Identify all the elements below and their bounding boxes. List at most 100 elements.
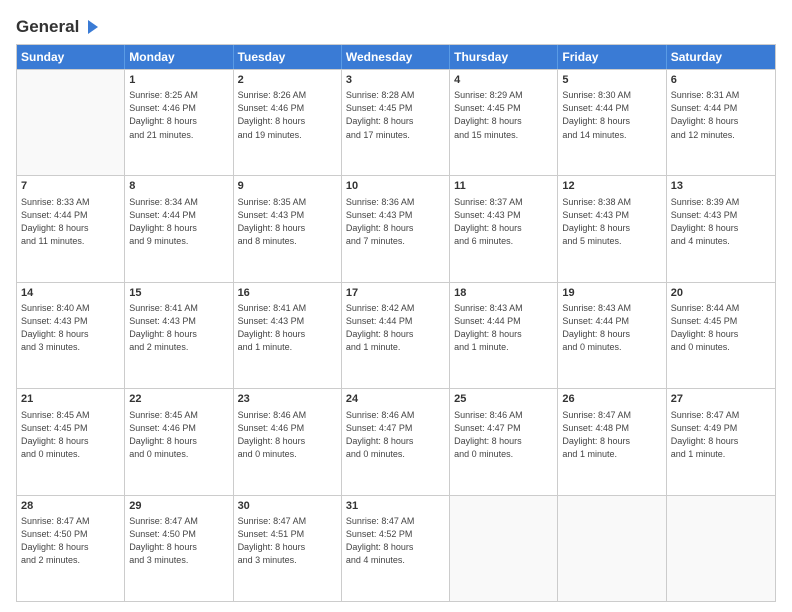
day-cell: 8 Sunrise: 8:34 AM Sunset: 4:44 PM Daylig… (125, 176, 233, 281)
day-number: 20 (671, 286, 771, 301)
day-cell: 28Sunrise: 8:47 AM Sunset: 4:50 PM Dayli… (17, 496, 125, 601)
day-info: Sunrise: 8:45 AM Sunset: 4:46 PM Dayligh… (129, 409, 228, 461)
day-cell: 1Sunrise: 8:25 AM Sunset: 4:46 PM Daylig… (125, 70, 233, 175)
day-info: Sunrise: 8:29 AM Sunset: 4:45 PM Dayligh… (454, 89, 553, 141)
day-info: Sunrise: 8:46 AM Sunset: 4:47 PM Dayligh… (346, 409, 445, 461)
day-number: 13 (671, 179, 771, 194)
calendar-body: 1Sunrise: 8:25 AM Sunset: 4:46 PM Daylig… (17, 69, 775, 601)
day-info: Sunrise: 8:47 AM Sunset: 4:50 PM Dayligh… (21, 515, 120, 567)
day-cell: 18Sunrise: 8:43 AM Sunset: 4:44 PM Dayli… (450, 283, 558, 388)
day-number: 2 (238, 73, 337, 88)
day-cell: 9 Sunrise: 8:35 AM Sunset: 4:43 PM Daylig… (234, 176, 342, 281)
day-number: 29 (129, 499, 228, 514)
day-cell: 2Sunrise: 8:26 AM Sunset: 4:46 PM Daylig… (234, 70, 342, 175)
day-cell: 3Sunrise: 8:28 AM Sunset: 4:45 PM Daylig… (342, 70, 450, 175)
header: General (16, 16, 776, 34)
day-info: Sunrise: 8:31 AM Sunset: 4:44 PM Dayligh… (671, 89, 771, 141)
day-number: 30 (238, 499, 337, 514)
day-header-friday: Friday (558, 45, 666, 69)
day-cell: 5Sunrise: 8:30 AM Sunset: 4:44 PM Daylig… (558, 70, 666, 175)
day-number: 6 (671, 73, 771, 88)
logo-icon (80, 16, 102, 38)
day-number: 9 (238, 179, 337, 194)
day-cell: 24 Sunrise: 8:46 AM Sunset: 4:47 PM Dayli… (342, 389, 450, 494)
day-info: Sunrise: 8:37 AM Sunset: 4:43 PM Dayligh… (454, 196, 553, 248)
logo: General (16, 16, 102, 34)
day-cell (17, 70, 125, 175)
day-info: Sunrise: 8:46 AM Sunset: 4:47 PM Dayligh… (454, 409, 553, 461)
day-number: 22 (129, 392, 228, 407)
week-row-2: 7 Sunrise: 8:33 AM Sunset: 4:44 PM Daylig… (17, 175, 775, 281)
day-info: Sunrise: 8:45 AM Sunset: 4:45 PM Dayligh… (21, 409, 120, 461)
day-number: 4 (454, 73, 553, 88)
day-header-sunday: Sunday (17, 45, 125, 69)
day-number: 15 (129, 286, 228, 301)
day-info: Sunrise: 8:28 AM Sunset: 4:45 PM Dayligh… (346, 89, 445, 141)
day-number: 18 (454, 286, 553, 301)
day-info: Sunrise: 8:38 AM Sunset: 4:43 PM Dayligh… (562, 196, 661, 248)
day-cell: 26 Sunrise: 8:47 AM Sunset: 4:48 PM Dayli… (558, 389, 666, 494)
day-cell: 14Sunrise: 8:40 AM Sunset: 4:43 PM Dayli… (17, 283, 125, 388)
day-info: Sunrise: 8:44 AM Sunset: 4:45 PM Dayligh… (671, 302, 771, 354)
day-cell: 20Sunrise: 8:44 AM Sunset: 4:45 PM Dayli… (667, 283, 775, 388)
day-info: Sunrise: 8:47 AM Sunset: 4:51 PM Dayligh… (238, 515, 337, 567)
day-cell (667, 496, 775, 601)
day-number: 26 (562, 392, 661, 407)
day-cell: 21 Sunrise: 8:45 AM Sunset: 4:45 PM Dayli… (17, 389, 125, 494)
day-info: Sunrise: 8:26 AM Sunset: 4:46 PM Dayligh… (238, 89, 337, 141)
day-info: Sunrise: 8:34 AM Sunset: 4:44 PM Dayligh… (129, 196, 228, 248)
calendar: SundayMondayTuesdayWednesdayThursdayFrid… (16, 44, 776, 602)
day-number: 5 (562, 73, 661, 88)
day-cell: 29Sunrise: 8:47 AM Sunset: 4:50 PM Dayli… (125, 496, 233, 601)
day-number: 3 (346, 73, 445, 88)
day-cell: 15Sunrise: 8:41 AM Sunset: 4:43 PM Dayli… (125, 283, 233, 388)
day-cell: 12Sunrise: 8:38 AM Sunset: 4:43 PM Dayli… (558, 176, 666, 281)
day-info: Sunrise: 8:43 AM Sunset: 4:44 PM Dayligh… (562, 302, 661, 354)
day-info: Sunrise: 8:42 AM Sunset: 4:44 PM Dayligh… (346, 302, 445, 354)
main-container: General SundayMondayTuesdayWednesdayThur… (0, 0, 792, 612)
day-info: Sunrise: 8:47 AM Sunset: 4:48 PM Dayligh… (562, 409, 661, 461)
day-cell: 27Sunrise: 8:47 AM Sunset: 4:49 PM Dayli… (667, 389, 775, 494)
day-info: Sunrise: 8:47 AM Sunset: 4:50 PM Dayligh… (129, 515, 228, 567)
day-info: Sunrise: 8:43 AM Sunset: 4:44 PM Dayligh… (454, 302, 553, 354)
day-info: Sunrise: 8:30 AM Sunset: 4:44 PM Dayligh… (562, 89, 661, 141)
day-cell: 6Sunrise: 8:31 AM Sunset: 4:44 PM Daylig… (667, 70, 775, 175)
day-cell: 17Sunrise: 8:42 AM Sunset: 4:44 PM Dayli… (342, 283, 450, 388)
day-number: 25 (454, 392, 553, 407)
day-number: 27 (671, 392, 771, 407)
day-number: 17 (346, 286, 445, 301)
day-number: 8 (129, 179, 228, 194)
day-cell: 23Sunrise: 8:46 AM Sunset: 4:46 PM Dayli… (234, 389, 342, 494)
day-cell: 31Sunrise: 8:47 AM Sunset: 4:52 PM Dayli… (342, 496, 450, 601)
day-number: 19 (562, 286, 661, 301)
day-number: 10 (346, 179, 445, 194)
week-row-5: 28Sunrise: 8:47 AM Sunset: 4:50 PM Dayli… (17, 495, 775, 601)
day-number: 1 (129, 73, 228, 88)
day-number: 31 (346, 499, 445, 514)
day-number: 24 (346, 392, 445, 407)
logo-general: General (16, 17, 79, 37)
week-row-1: 1Sunrise: 8:25 AM Sunset: 4:46 PM Daylig… (17, 69, 775, 175)
day-cell: 16Sunrise: 8:41 AM Sunset: 4:43 PM Dayli… (234, 283, 342, 388)
day-cell (450, 496, 558, 601)
day-number: 16 (238, 286, 337, 301)
day-info: Sunrise: 8:41 AM Sunset: 4:43 PM Dayligh… (129, 302, 228, 354)
day-number: 7 (21, 179, 120, 194)
day-info: Sunrise: 8:25 AM Sunset: 4:46 PM Dayligh… (129, 89, 228, 141)
day-info: Sunrise: 8:35 AM Sunset: 4:43 PM Dayligh… (238, 196, 337, 248)
day-cell: 22 Sunrise: 8:45 AM Sunset: 4:46 PM Dayli… (125, 389, 233, 494)
day-info: Sunrise: 8:33 AM Sunset: 4:44 PM Dayligh… (21, 196, 120, 248)
day-info: Sunrise: 8:40 AM Sunset: 4:43 PM Dayligh… (21, 302, 120, 354)
day-cell: 4Sunrise: 8:29 AM Sunset: 4:45 PM Daylig… (450, 70, 558, 175)
day-cell: 30Sunrise: 8:47 AM Sunset: 4:51 PM Dayli… (234, 496, 342, 601)
week-row-3: 14Sunrise: 8:40 AM Sunset: 4:43 PM Dayli… (17, 282, 775, 388)
day-number: 28 (21, 499, 120, 514)
day-cell: 13Sunrise: 8:39 AM Sunset: 4:43 PM Dayli… (667, 176, 775, 281)
day-header-thursday: Thursday (450, 45, 558, 69)
day-number: 21 (21, 392, 120, 407)
day-header-tuesday: Tuesday (234, 45, 342, 69)
day-number: 14 (21, 286, 120, 301)
day-info: Sunrise: 8:46 AM Sunset: 4:46 PM Dayligh… (238, 409, 337, 461)
day-cell: 25 Sunrise: 8:46 AM Sunset: 4:47 PM Dayli… (450, 389, 558, 494)
day-number: 11 (454, 179, 553, 194)
